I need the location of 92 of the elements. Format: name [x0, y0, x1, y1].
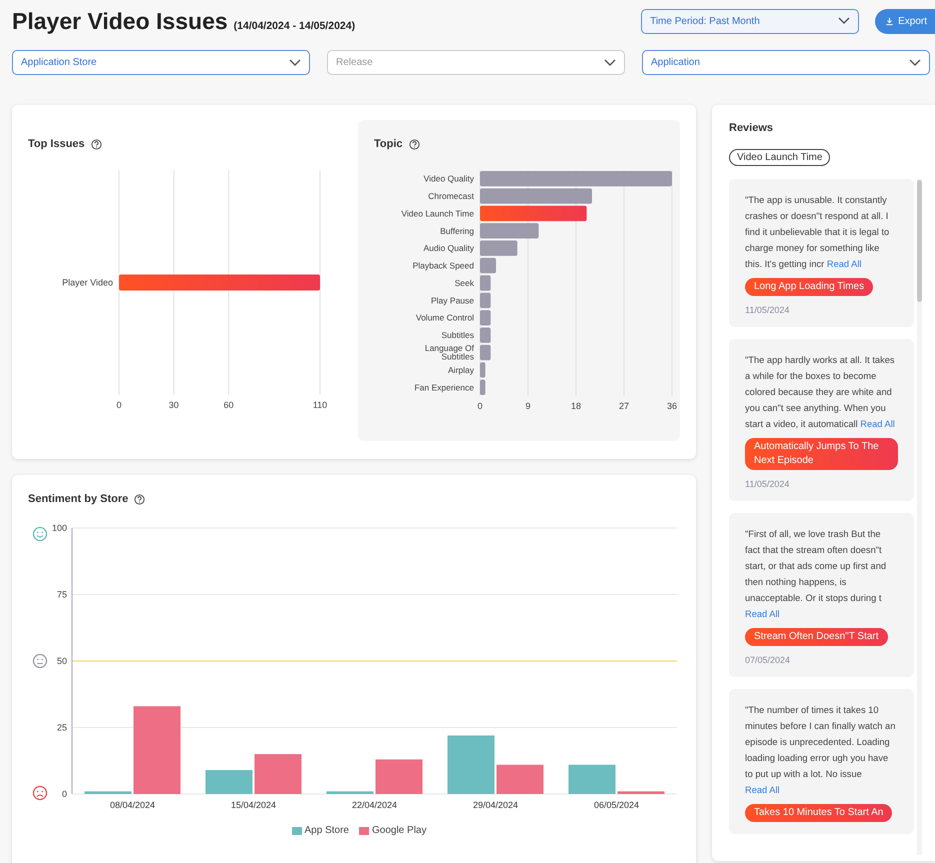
tick-label: 0 [478, 401, 482, 411]
legend-label: Google Play [372, 825, 426, 836]
tick-label: 60 [224, 400, 234, 410]
category-label: Seek [454, 278, 474, 288]
tick-label: 100 [52, 523, 67, 533]
bar[interactable] [480, 380, 486, 395]
category-label: Chromecast [428, 191, 474, 202]
bar[interactable] [480, 292, 491, 308]
tick-label: 18 [571, 401, 581, 411]
dropdown[interactable]: Application Store [12, 50, 310, 75]
tick-label: 0 [62, 789, 67, 799]
category-label: Audio Quality [423, 243, 474, 254]
bar[interactable] [480, 327, 491, 343]
review-date: 07/05/2024 [745, 655, 792, 665]
category-label: 06/05/2024 [594, 800, 640, 810]
tick-label: 110 [312, 400, 328, 410]
read-all-link[interactable]: Read All [745, 785, 780, 795]
category-label: Airplay [448, 364, 474, 375]
category-label: Fan Experience [414, 382, 474, 392]
bar[interactable] [480, 362, 486, 378]
chevron-down-icon [909, 58, 921, 66]
bar[interactable] [119, 274, 320, 290]
review-text: "The number of times it takes 10 minutes before I can finally watch an episode is unprecedented. Loading loading loading error ugh you have to put up with a lot. No issue Read All [745, 704, 896, 797]
chevron-down-icon [289, 58, 301, 66]
section-title: Reviews [729, 122, 774, 134]
download-icon [885, 16, 894, 26]
help-icon [408, 138, 420, 150]
category-label: Video Quality [424, 174, 474, 184]
bar[interactable] [480, 275, 491, 291]
bar[interactable] [480, 206, 587, 222]
category-label: Video Launch Time [401, 208, 474, 218]
bar[interactable] [480, 171, 672, 186]
dropdown[interactable]: Time Period: Past Month [641, 8, 860, 34]
bar[interactable] [480, 223, 539, 239]
dropdown[interactable]: Application [642, 50, 930, 75]
bar[interactable] [618, 791, 664, 794]
tick-label: 75 [56, 590, 67, 600]
smile-face-icon [32, 526, 48, 542]
help-icon [90, 138, 102, 150]
scrollbar[interactable] [917, 179, 922, 855]
bar[interactable] [84, 791, 132, 794]
tick-label: 25 [56, 722, 67, 732]
category-label: Play Pause [431, 295, 474, 306]
category-label: 08/04/2024 [110, 800, 156, 810]
bar[interactable] [480, 310, 491, 326]
category-label: Buffering [440, 226, 474, 236]
section-title: Topic [374, 138, 403, 150]
read-all-link[interactable]: Read All [860, 419, 895, 429]
sad-face-icon [32, 786, 48, 800]
bar[interactable] [206, 770, 252, 794]
bar[interactable] [480, 258, 496, 274]
category-label: 15/04/2024 [230, 800, 276, 810]
category-label: Playback Speed [412, 260, 474, 271]
category-label: Player Video [62, 278, 113, 288]
bar[interactable] [480, 188, 592, 204]
bar[interactable] [326, 791, 374, 794]
category-label: Volume Control [416, 312, 474, 323]
tick-label: 0 [116, 400, 122, 410]
tick-label: 50 [56, 656, 67, 666]
category-label: Subtitles [441, 330, 474, 340]
category-label: 29/04/2024 [472, 800, 518, 810]
chevron-down-icon [604, 58, 616, 66]
export-button[interactable]: Export [875, 8, 935, 34]
bar[interactable] [480, 240, 518, 256]
review-date: 11/05/2024 [745, 479, 790, 489]
neutral-face-icon [32, 654, 48, 668]
read-all-link[interactable]: Read All [745, 609, 780, 619]
review-text: "The app is unusable. It constantly crashes or doesn"t respond at all. I find it unbelievable that it is legal to charge money for something like this. It's getting incr Read All [745, 194, 890, 271]
issue-tag[interactable]: Takes 10 Minutes To Start An [745, 804, 892, 822]
review-text: "The app hardly works at all. It takes a while for the boxes to become colored because they are white and you can"t see anything. When you start a video, it automaticall Read All [745, 354, 896, 431]
filter-chip[interactable]: Video Launch Time [729, 149, 830, 166]
tick-label: 27 [619, 401, 629, 411]
category-label: Language Of Subtitles [424, 343, 474, 362]
tick-label: 30 [168, 400, 179, 410]
review-date: 11/05/2024 [745, 305, 790, 315]
page-title: Player Video Issues [12, 8, 228, 34]
issue-tag[interactable]: Stream Often Doesn"T Start [745, 628, 888, 646]
issue-tag[interactable]: Long App Loading Times [745, 278, 874, 296]
chevron-down-icon [838, 17, 850, 25]
read-all-link[interactable]: Read All [826, 259, 862, 269]
review-text: "First of all, we love trash But the fact that the stream often doesn"t start, or that ads come up first and then nothing happens, is unacceptable. Or it stops during t Read All [745, 528, 888, 621]
legend-label: App Store [304, 825, 349, 836]
bar[interactable] [480, 344, 491, 360]
tick-label: 36 [667, 401, 677, 411]
category-label: 22/04/2024 [352, 800, 398, 810]
dropdown[interactable]: Release [327, 50, 625, 75]
section-title: Sentiment by Store [28, 493, 128, 505]
section-title: Top Issues [28, 138, 85, 150]
tick-label: 9 [526, 401, 530, 411]
issue-tag[interactable]: Automatically Jumps To The Next Episode [745, 438, 898, 470]
date-range: (14/04/2024 - 14/05/2024) [234, 20, 356, 32]
help-icon [134, 494, 146, 504]
